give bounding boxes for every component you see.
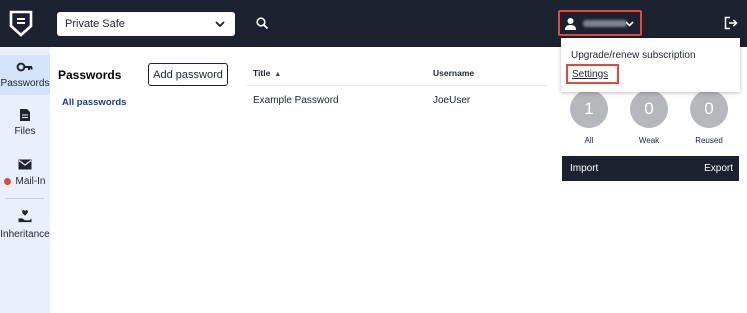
app-logo-icon[interactable] (9, 10, 33, 37)
menu-item-upgrade-subscription[interactable]: Upgrade/renew subscription (571, 50, 696, 61)
stat-label: Weak (638, 136, 660, 145)
sidebar-item-label: Files (14, 126, 36, 137)
safe-selector-value: Private Safe (65, 18, 125, 30)
logout-icon[interactable] (724, 16, 738, 30)
sidebar-item-files[interactable]: Files (0, 108, 50, 140)
stat-count: 0 (690, 90, 728, 128)
stat-all[interactable]: 1 All (570, 90, 608, 145)
sidebar: Passwords Files Mail-In Inheritance (0, 47, 50, 313)
stat-count: 0 (630, 90, 668, 128)
chevron-down-icon (625, 21, 634, 27)
user-menu-button[interactable] (558, 10, 642, 36)
chevron-down-icon (215, 21, 225, 28)
sidebar-item-label: Inheritance (0, 229, 50, 240)
mail-in-label-row: Mail-In (4, 176, 46, 187)
mail-icon (18, 159, 32, 170)
table-header: Title ▲ Username (247, 58, 547, 86)
unread-indicator-dot (4, 178, 12, 185)
sidebar-divider (6, 198, 44, 199)
inheritance-icon (18, 210, 32, 223)
password-username-cell: JoeUser (433, 95, 471, 106)
sidebar-item-label: Passwords (0, 78, 50, 89)
file-icon (20, 109, 30, 121)
stat-label: All (584, 136, 594, 145)
import-button[interactable]: Import (570, 163, 598, 174)
search-icon[interactable] (255, 16, 269, 30)
column-header-title[interactable]: Title ▲ (253, 68, 281, 78)
export-button[interactable]: Export (704, 163, 733, 174)
import-export-bar: Import Export (562, 156, 739, 181)
stat-label: Reused (695, 136, 723, 145)
sidebar-item-mail-in[interactable]: Mail-In (0, 159, 50, 189)
app-window: Private Safe Passwords Files Mail-In Inh… (0, 0, 747, 313)
stat-weak[interactable]: 0 Weak (630, 90, 668, 145)
column-header-username[interactable]: Username (433, 68, 474, 78)
password-title-cell: Example Password (253, 95, 339, 106)
column-header-label: Title (253, 68, 271, 78)
username-text (583, 19, 627, 27)
stat-count: 1 (570, 90, 608, 128)
key-icon (16, 62, 33, 72)
panel-title: Passwords (58, 68, 122, 82)
menu-item-settings-label: Settings (572, 68, 609, 80)
user-dropdown-menu: Upgrade/renew subscription Settings (561, 38, 740, 92)
sidebar-item-label: Mail-In (15, 176, 46, 187)
filter-all-passwords[interactable]: All passwords (62, 97, 126, 108)
safe-selector[interactable]: Private Safe (57, 12, 235, 36)
sidebar-item-passwords[interactable]: Passwords (0, 55, 50, 95)
stat-reused[interactable]: 0 Reused (690, 90, 728, 145)
add-password-button[interactable]: Add password (148, 63, 228, 86)
sidebar-item-inheritance[interactable]: Inheritance (0, 210, 50, 240)
sort-ascending-icon: ▲ (274, 71, 282, 78)
menu-item-settings[interactable]: Settings (566, 64, 619, 84)
table-row[interactable]: Example Password JoeUser (247, 87, 547, 113)
user-icon (565, 17, 576, 30)
